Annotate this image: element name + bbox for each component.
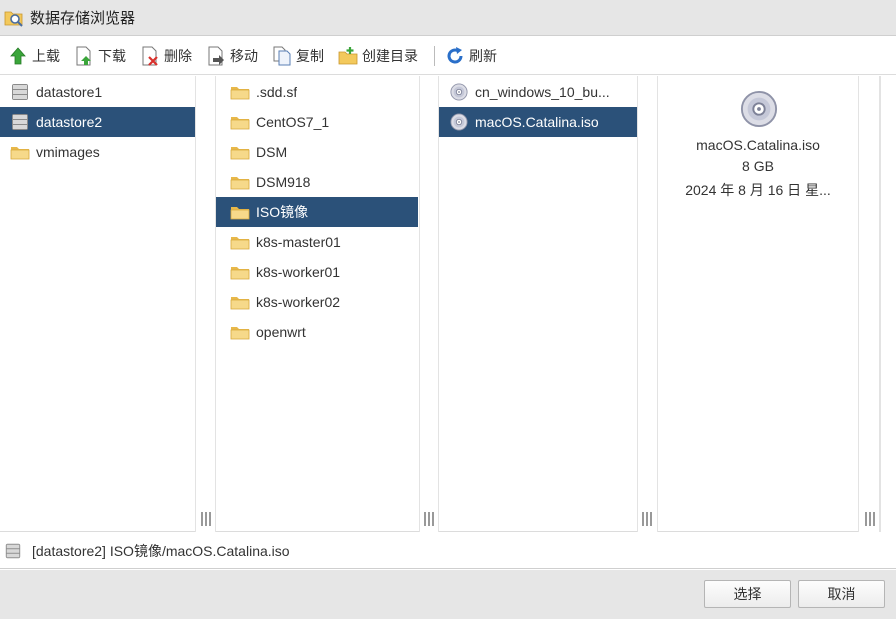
datastore-icon: [10, 83, 30, 101]
download-file-icon: [76, 46, 91, 65]
toolbar: 上载 下载 删除 移动 复制 创建目录 刷新: [0, 37, 896, 75]
folder-icon: [230, 323, 250, 341]
datastore-icon: [10, 113, 30, 131]
column-splitter[interactable]: [419, 76, 439, 532]
upload-arrow-icon: [10, 46, 26, 64]
resize-handle[interactable]: [201, 512, 211, 526]
list-item-label: k8s-worker02: [256, 294, 341, 310]
preview-filename: macOS.Catalina.iso: [696, 137, 820, 153]
list-item-label: .sdd.sf: [256, 84, 298, 100]
delete-label: 删除: [164, 47, 192, 64]
window-title: 数据存储浏览器: [30, 10, 136, 27]
list-item-label: openwrt: [256, 324, 306, 340]
list-item-folder[interactable]: k8s-master01: [216, 227, 418, 257]
list-item-label: k8s-master01: [256, 234, 341, 250]
refresh-icon: [447, 46, 463, 63]
move-file-icon: [208, 46, 224, 65]
column-splitter[interactable]: [638, 76, 658, 532]
download-button[interactable]: 下载: [74, 42, 126, 70]
list-item-label: cn_windows_10_bu...: [475, 84, 610, 100]
resize-handle[interactable]: [865, 512, 875, 526]
list-item-datastore1[interactable]: datastore1: [0, 77, 195, 107]
datastore-browser-icon: [4, 11, 23, 27]
file-column: cn_windows_10_bu... macOS.Catalina.iso: [439, 76, 638, 532]
window-titlebar: 数据存储浏览器: [0, 0, 896, 36]
preview-size: 8 GB: [742, 158, 774, 174]
browser-columns: datastore1 datastore2 vmimages .sdd.sf C…: [0, 76, 896, 532]
list-item-folder[interactable]: .sdd.sf: [216, 77, 418, 107]
list-item-datastore2[interactable]: datastore2: [0, 107, 195, 137]
list-item-label: macOS.Catalina.iso: [475, 114, 599, 130]
copy-file-icon: [273, 46, 291, 65]
disc-icon: [449, 83, 469, 101]
upload-button[interactable]: 上载: [8, 42, 60, 70]
list-item-label: DSM: [256, 144, 288, 160]
new-folder-icon: [338, 46, 358, 64]
list-item-folder[interactable]: openwrt: [216, 317, 418, 347]
list-item-file-selected[interactable]: macOS.Catalina.iso: [439, 107, 637, 137]
datastore-icon: [4, 542, 22, 560]
folder-column: .sdd.sf CentOS7_1 DSM DSM918 ISO镜像 k8s-m…: [216, 76, 419, 532]
cancel-button[interactable]: 取消: [798, 580, 885, 608]
list-item-file[interactable]: cn_windows_10_bu...: [439, 77, 637, 107]
copy-label: 复制: [296, 47, 324, 64]
folder-icon: [230, 293, 250, 311]
list-item-folder-selected[interactable]: ISO镜像: [216, 197, 418, 227]
folder-icon: [10, 143, 30, 161]
resize-handle[interactable]: [642, 512, 652, 526]
dialog-footer: 选择 取消: [0, 570, 896, 619]
disc-icon: [740, 90, 778, 128]
select-button[interactable]: 选择: [704, 580, 791, 608]
folder-icon: [230, 143, 250, 161]
selected-path: [datastore2] ISO镜像/macOS.Catalina.iso: [32, 542, 290, 559]
move-button[interactable]: 移动: [206, 42, 258, 70]
delete-button[interactable]: 删除: [140, 42, 192, 70]
list-item-vmimages[interactable]: vmimages: [0, 137, 195, 167]
list-item-label: vmimages: [36, 144, 100, 160]
file-preview: macOS.Catalina.iso 8 GB 2024 年 8 月 16 日 …: [658, 76, 858, 532]
list-item-folder[interactable]: k8s-worker02: [216, 287, 418, 317]
folder-icon: [230, 173, 250, 191]
list-item-label: CentOS7_1: [256, 114, 330, 130]
list-item-folder[interactable]: DSM918: [216, 167, 418, 197]
list-item-folder[interactable]: CentOS7_1: [216, 107, 418, 137]
list-item-label: ISO镜像: [256, 204, 309, 220]
copy-button[interactable]: 复制: [272, 42, 324, 70]
disc-icon: [449, 113, 469, 131]
list-item-label: k8s-worker01: [256, 264, 341, 280]
list-item-label: DSM918: [256, 174, 311, 190]
selected-path-bar: [datastore2] ISO镜像/macOS.Catalina.iso: [0, 533, 896, 569]
refresh-label: 刷新: [469, 47, 497, 64]
folder-icon: [230, 113, 250, 131]
column-splitter[interactable]: [858, 76, 880, 532]
datastore-column: datastore1 datastore2 vmimages: [0, 76, 196, 532]
preview-date: 2024 年 8 月 16 日 星...: [685, 182, 831, 198]
delete-file-icon: [142, 46, 158, 66]
refresh-button[interactable]: 刷新: [445, 42, 497, 70]
folder-icon: [230, 233, 250, 251]
folder-icon: [230, 83, 250, 101]
folder-icon: [230, 203, 250, 221]
vertical-scrollbar[interactable]: [880, 76, 896, 532]
toolbar-divider: [434, 45, 435, 66]
list-item-folder[interactable]: DSM: [216, 137, 418, 167]
folder-icon: [230, 263, 250, 281]
list-item-label: datastore2: [36, 114, 103, 130]
list-item-folder[interactable]: k8s-worker01: [216, 257, 418, 287]
create-directory-button[interactable]: 创建目录: [338, 42, 418, 70]
move-label: 移动: [230, 47, 258, 64]
list-item-label: datastore1: [36, 84, 103, 100]
upload-label: 上载: [32, 47, 60, 64]
column-splitter[interactable]: [196, 76, 216, 532]
create-directory-label: 创建目录: [362, 47, 418, 64]
download-label: 下载: [98, 47, 126, 64]
resize-handle[interactable]: [424, 512, 434, 526]
